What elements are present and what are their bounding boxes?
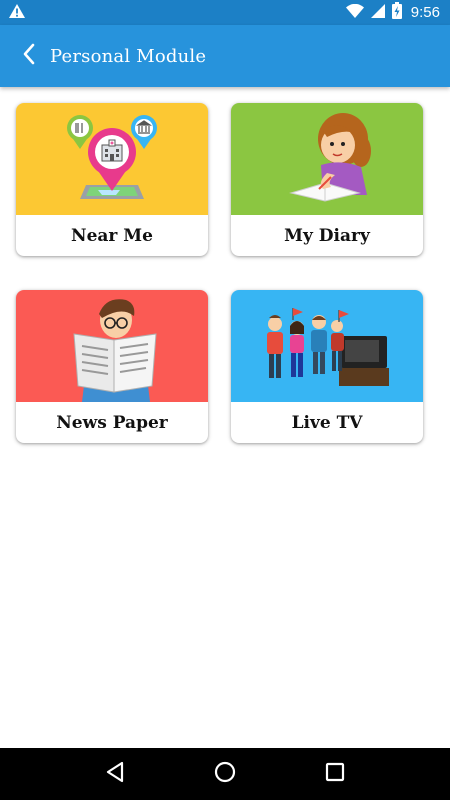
module-label: Live TV <box>291 412 363 433</box>
module-card-news-paper[interactable]: News Paper <box>16 290 208 443</box>
girl-writing-illustration <box>289 113 371 202</box>
module-card-near-me[interactable]: Near Me <box>16 103 208 256</box>
system-nav-bar <box>0 748 450 800</box>
recents-square-icon <box>325 762 345 786</box>
status-time: 9:56 <box>410 4 440 21</box>
boy-reading-newspaper-illustration <box>73 299 157 402</box>
chevron-left-icon <box>22 43 36 69</box>
my-diary-image <box>231 103 423 215</box>
module-label: News Paper <box>56 412 168 433</box>
status-bar: 9:56 <box>0 0 450 25</box>
battery-charging-icon <box>391 2 402 23</box>
signal-icon <box>370 3 385 22</box>
page-title: Personal Module <box>50 45 207 67</box>
news-paper-image <box>16 290 208 402</box>
app-bar: Personal Module <box>0 25 450 87</box>
nav-recents-button[interactable] <box>315 754 355 794</box>
map-pins-illustration <box>67 115 157 199</box>
module-card-live-tv[interactable]: Live TV <box>231 290 423 443</box>
wifi-icon <box>345 3 364 22</box>
module-label: Near Me <box>71 225 153 246</box>
nav-back-button[interactable] <box>95 754 135 794</box>
warning-icon <box>8 3 26 23</box>
home-circle-icon <box>214 761 236 787</box>
people-watching-tv-illustration <box>267 308 389 386</box>
back-triangle-icon <box>105 761 125 787</box>
back-button[interactable] <box>4 25 54 87</box>
module-label: My Diary <box>284 225 370 246</box>
near-me-image <box>16 103 208 215</box>
module-card-my-diary[interactable]: My Diary <box>231 103 423 256</box>
live-tv-image <box>231 290 423 402</box>
nav-home-button[interactable] <box>205 754 245 794</box>
